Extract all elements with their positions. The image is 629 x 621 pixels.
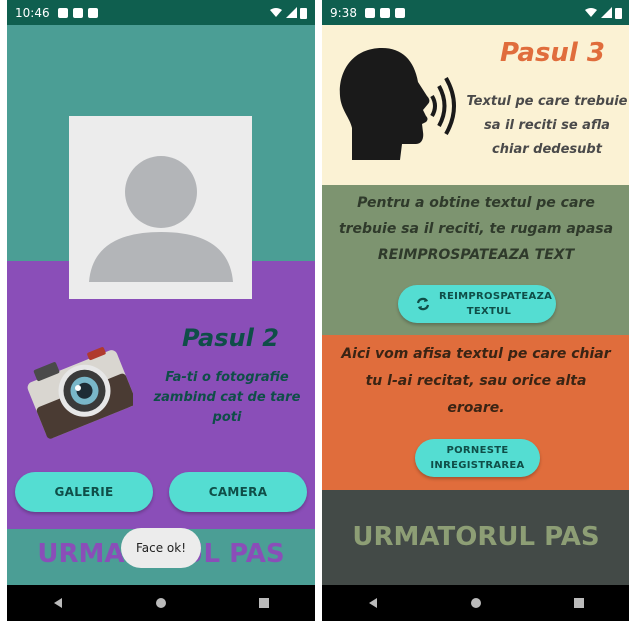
speaking-head-icon bbox=[339, 48, 456, 160]
sim-icon bbox=[87, 7, 98, 18]
step-subtitle: Textul pe care trebuie sa il reciti se a… bbox=[466, 94, 628, 157]
status-time: 10:46 bbox=[15, 5, 50, 20]
back-icon[interactable] bbox=[52, 597, 64, 609]
signal-icon bbox=[286, 7, 297, 18]
step-title: Pasul 3 bbox=[500, 38, 605, 68]
navigation-bar bbox=[322, 585, 629, 621]
step-instruction: Fa-ti o fotografie zambind cat de tare p… bbox=[153, 370, 301, 425]
wifi-icon bbox=[270, 8, 282, 17]
gallery-button[interactable]: GALERIE bbox=[15, 472, 153, 512]
status-bar: 9:38 bbox=[322, 0, 629, 25]
home-icon[interactable] bbox=[155, 597, 167, 609]
recents-icon[interactable] bbox=[573, 597, 585, 609]
recents-icon[interactable] bbox=[258, 597, 270, 609]
navigation-bar bbox=[7, 585, 315, 621]
photo-preview[interactable] bbox=[69, 116, 252, 299]
result-text: Aici vom afisa textul pe care chiar tu l… bbox=[341, 346, 611, 416]
battery-icon bbox=[615, 7, 622, 19]
sim-icon bbox=[394, 7, 405, 18]
start-recording-button[interactable]: PORNESTE INREGISTRAREA bbox=[415, 439, 540, 477]
home-icon[interactable] bbox=[470, 597, 482, 609]
refresh-icon bbox=[416, 297, 430, 311]
step-title: Pasul 2 bbox=[182, 324, 279, 352]
status-bar: 10:46 bbox=[7, 0, 315, 25]
image-notification-icon bbox=[379, 7, 390, 18]
refresh-text-button[interactable]: REIMPROSPATEAZA TEXTUL bbox=[398, 285, 556, 323]
signal-icon bbox=[601, 7, 612, 18]
toast-message: Face ok! bbox=[121, 528, 201, 568]
avatar-placeholder-icon bbox=[89, 156, 233, 282]
notification-icon bbox=[57, 7, 68, 18]
notification-icon bbox=[364, 7, 375, 18]
battery-icon bbox=[300, 7, 307, 19]
camera-button[interactable]: CAMERA bbox=[169, 472, 307, 512]
next-step-button[interactable]: URMATORUL PAS bbox=[322, 522, 629, 552]
image-notification-icon bbox=[72, 7, 83, 18]
refresh-text-button-label: REIMPROSPATEAZA TEXTUL bbox=[439, 291, 553, 317]
status-time: 9:38 bbox=[330, 5, 357, 20]
back-icon[interactable] bbox=[367, 597, 379, 609]
camera-icon bbox=[27, 347, 133, 439]
prompt-text: Pentru a obtine textul pe care trebuie s… bbox=[338, 195, 614, 263]
screen-step-2: 10:46 Pasul 2 Fa-ti o fotografie zambind… bbox=[7, 0, 315, 621]
screen-step-3: 9:38 Pasul 3 Textul pe care trebuie sa i… bbox=[322, 0, 629, 621]
wifi-icon bbox=[585, 8, 597, 17]
